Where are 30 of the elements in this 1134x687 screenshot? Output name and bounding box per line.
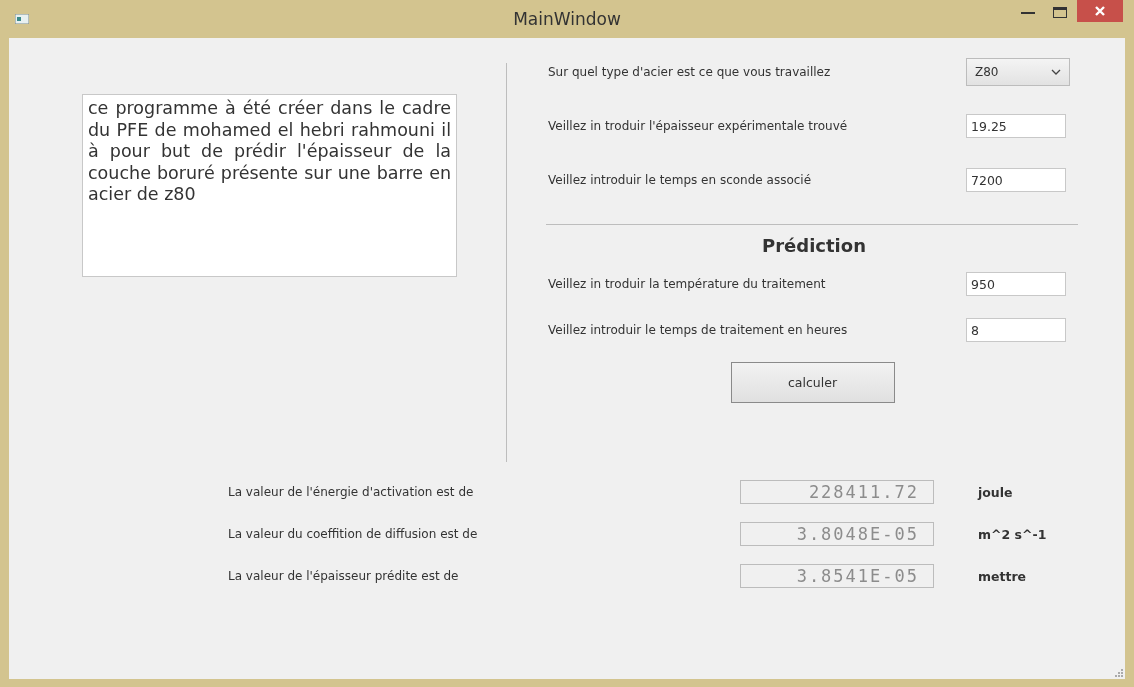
result-label: La valeur de l'épaisseur prédite est de — [228, 569, 460, 583]
calculate-button[interactable]: calculer — [730, 362, 895, 403]
window-title: MainWindow — [513, 9, 621, 29]
lcd-display: 228411.72 — [740, 480, 934, 504]
input-field[interactable]: 8 — [966, 318, 1066, 342]
input-field[interactable]: 950 — [966, 272, 1066, 296]
lcd-display: 3.8541E-05 — [740, 564, 934, 588]
field-label: Veillez in troduir l'épaisseur expérimentale trouvé — [548, 119, 849, 133]
result-label: La valeur du coeffition de diffusion est de — [228, 527, 479, 541]
chevron-down-icon — [1051, 69, 1061, 75]
close-button[interactable] — [1077, 0, 1123, 22]
field-label: Veillez in troduir la température du traitement — [548, 277, 827, 291]
result-label: La valeur de l'énergie d'activation est de — [228, 485, 475, 499]
field-label: Veillez introduir le temps en sconde associé — [548, 173, 813, 187]
input-field[interactable]: 19.25 — [966, 114, 1066, 138]
close-icon — [1094, 5, 1106, 17]
section-heading: Prédiction — [761, 235, 867, 256]
lcd-display: 3.8048E-05 — [740, 522, 934, 546]
description-text-box[interactable]: ce programme à été créer dans le cadre du PFE de mohamed el hebri rahmouni il à pour but de prédir l'épaisseur de la couche boruré présente sur une barre en acier de z80 — [82, 94, 457, 277]
app-icon — [15, 14, 29, 24]
minimize-icon — [1021, 10, 1035, 14]
maximize-icon — [1053, 6, 1067, 18]
unit-label: joule — [978, 484, 1013, 500]
unit-label: mettre — [978, 568, 1027, 584]
input-field[interactable]: 7200 — [966, 168, 1066, 192]
field-label: Veillez introduir le temps de traitement en heures — [548, 323, 849, 337]
unit-label: m^2 s^-1 — [978, 526, 1047, 542]
field-label: Sur quel type d'acier est ce que vous travaillez — [548, 65, 832, 79]
resize-grip-icon — [1114, 668, 1123, 677]
steel-type-dropdown[interactable]: Z80 — [966, 58, 1070, 86]
